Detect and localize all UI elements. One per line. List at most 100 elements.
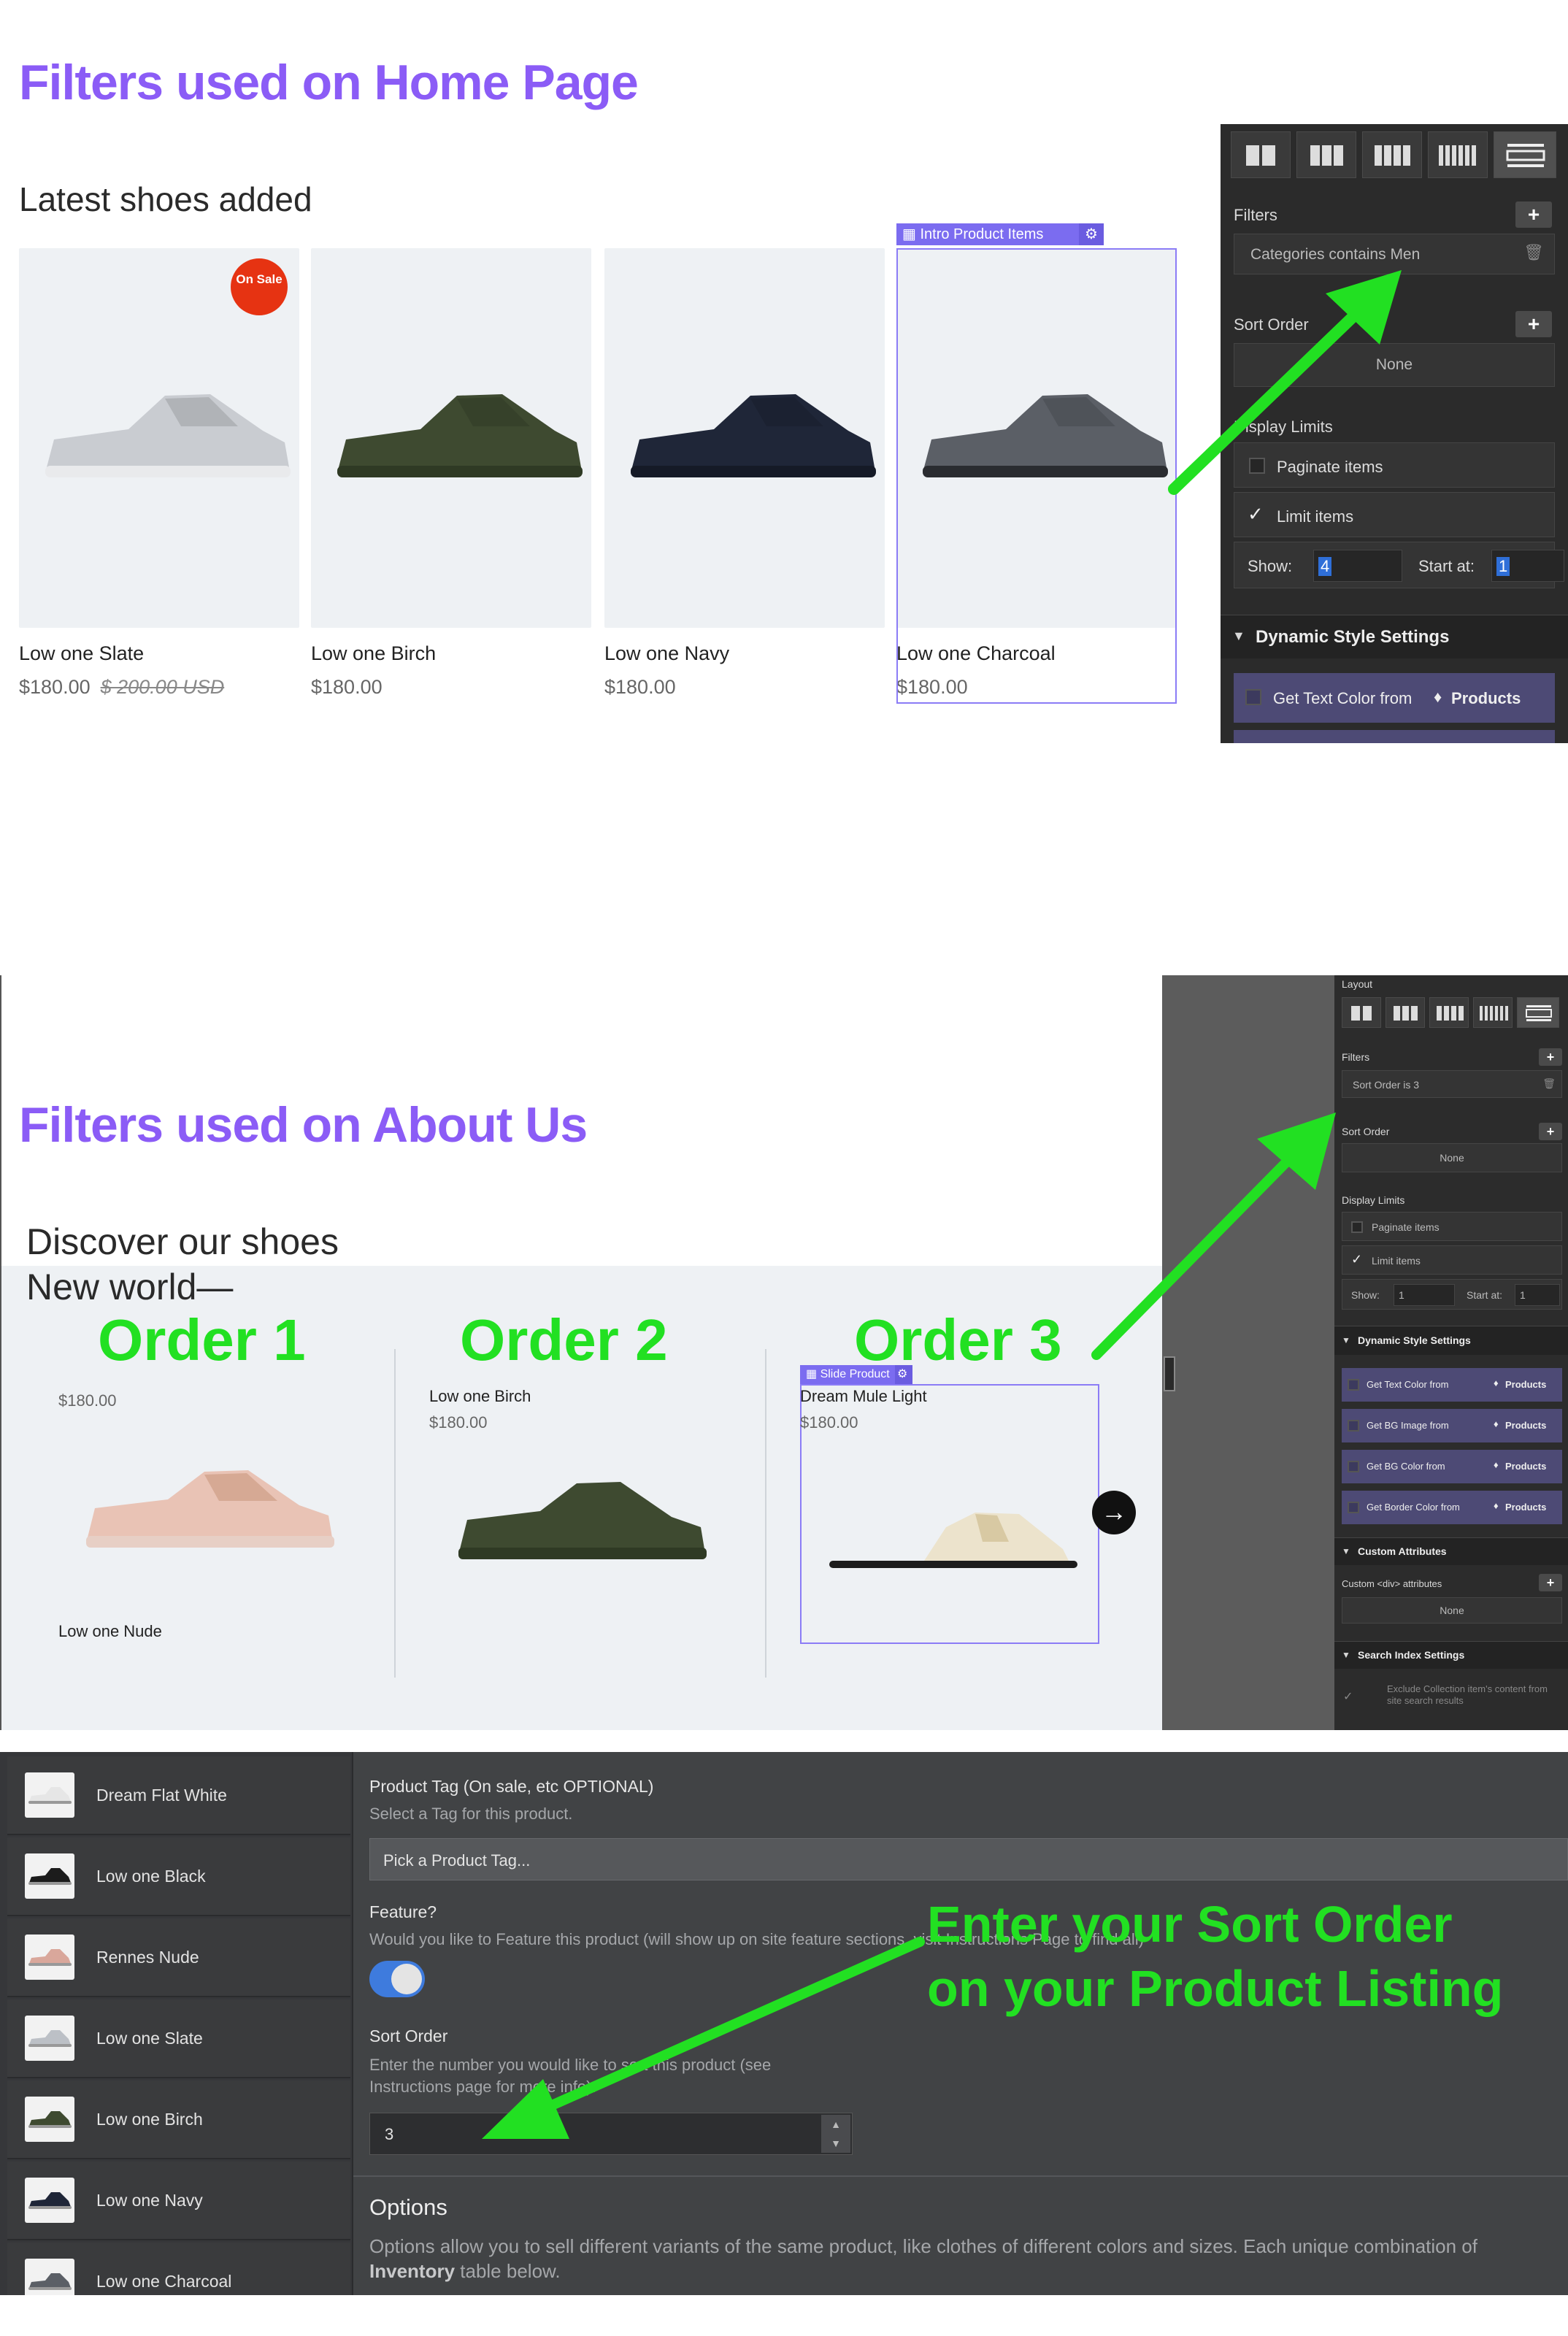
product-tag-select[interactable]: Pick a Product Tag... xyxy=(369,1838,1568,1880)
start-input[interactable]: 1 xyxy=(1515,1284,1560,1306)
dynamic-style-header[interactable]: ▼ Dynamic Style Settings xyxy=(1334,1326,1568,1355)
latest-shoes-heading: Latest shoes added xyxy=(19,180,312,218)
get-text-color-row[interactable]: Get Text Color from ♦ Products xyxy=(1234,673,1555,723)
intro-product-items-tag[interactable]: ▦ Intro Product Items xyxy=(896,223,1104,245)
layout-6-col-icon[interactable] xyxy=(1473,997,1513,1028)
panel-next-row xyxy=(1234,730,1555,743)
row-checkbox[interactable] xyxy=(1348,1379,1359,1391)
start-input[interactable]: 1 xyxy=(1491,550,1564,582)
add-sort-button[interactable]: + xyxy=(1515,311,1552,337)
add-filter-button[interactable]: + xyxy=(1515,201,1552,228)
product-name[interactable]: Low one Navy xyxy=(604,642,729,665)
tag-icon: ♦ xyxy=(1434,688,1442,706)
show-start-row: Show: 1 Start at: 1 xyxy=(1342,1279,1562,1310)
add-sort-button[interactable]: + xyxy=(1539,1123,1562,1140)
add-filter-button[interactable]: + xyxy=(1539,1048,1562,1066)
layout-4-col-icon[interactable] xyxy=(1429,997,1469,1028)
discover-heading-2: New world— xyxy=(26,1267,234,1307)
product-thumbnail xyxy=(25,2097,74,2142)
show-input[interactable]: 1 xyxy=(1394,1284,1455,1306)
product-name[interactable]: Low one Slate xyxy=(19,642,144,665)
slide-divider xyxy=(765,1349,766,1678)
products-tag: Products xyxy=(1505,1502,1547,1513)
dynamic-style-header[interactable]: ▼ Dynamic Style Settings xyxy=(1221,615,1568,658)
feature-toggle[interactable] xyxy=(369,1961,425,1997)
filter-item[interactable]: Sort Order is 3 🗑 xyxy=(1342,1070,1562,1098)
paginate-items-row[interactable]: Paginate items xyxy=(1342,1212,1562,1241)
layout-2-col-icon[interactable] xyxy=(1231,131,1291,178)
product-list-item[interactable]: Low one Navy xyxy=(7,2162,350,2240)
annotation-line-2: on your Product Listing xyxy=(927,1960,1504,2017)
product-image[interactable] xyxy=(311,248,591,628)
show-label: Show: xyxy=(1351,1289,1380,1301)
caret-down-icon: ▼ xyxy=(1232,629,1245,643)
check-icon[interactable]: ✓ xyxy=(1351,1252,1362,1267)
check-icon[interactable]: ✓ xyxy=(1343,1689,1353,1704)
settings-gear-icon[interactable]: ⚙ xyxy=(895,1365,912,1384)
show-input-value: 1 xyxy=(1399,1289,1404,1301)
paginate-checkbox[interactable] xyxy=(1351,1221,1363,1233)
product-tag-label: Product Tag (On sale, etc OPTIONAL) xyxy=(369,1777,654,1796)
row-checkbox[interactable] xyxy=(1348,1420,1359,1432)
show-input[interactable]: 4 xyxy=(1313,550,1402,582)
next-slide-arrow-icon[interactable]: → xyxy=(1092,1491,1136,1534)
product-list-item[interactable]: Dream Flat White xyxy=(7,1756,350,1835)
layout-4-col-icon[interactable] xyxy=(1362,131,1422,178)
sort-order-none: None xyxy=(1440,1152,1464,1164)
product-list-label: Rennes Nude xyxy=(96,1948,199,1967)
row-checkbox[interactable] xyxy=(1348,1502,1359,1513)
show-input-value: 4 xyxy=(1318,557,1332,576)
dynamic-style-row[interactable]: Get BG Image from ♦ Products xyxy=(1342,1409,1562,1442)
layout-slider-icon[interactable] xyxy=(1517,997,1559,1028)
dynamic-row-label: Get Border Color from xyxy=(1367,1502,1460,1513)
custom-attributes-header[interactable]: ▼ Custom Attributes xyxy=(1334,1537,1568,1565)
custom-div-label: Custom <div> attributes xyxy=(1342,1578,1442,1589)
exclude-search-label: Exclude Collection item's content from s… xyxy=(1387,1683,1548,1706)
limit-items-row[interactable]: ✓ Limit items xyxy=(1342,1245,1562,1275)
feature-label: Feature? xyxy=(369,1902,437,1921)
slide-2-price: $180.00 xyxy=(429,1413,488,1432)
product-price: $180.00 xyxy=(604,676,676,698)
shoe-image xyxy=(631,394,876,477)
shoe-mule-image xyxy=(829,1513,1077,1568)
settings-gear-icon[interactable]: ⚙ xyxy=(1079,223,1104,245)
paginate-label: Paginate items xyxy=(1372,1221,1440,1233)
dynamic-style-row[interactable]: Get Border Color from ♦ Products xyxy=(1342,1491,1562,1524)
product-image[interactable] xyxy=(604,248,885,628)
check-icon[interactable]: ✓ xyxy=(1248,503,1264,526)
product-list-item[interactable]: Low one Birch xyxy=(7,2080,350,2159)
dynamic-style-row[interactable]: Get Text Color from ♦ Products xyxy=(1342,1368,1562,1402)
trash-icon[interactable]: 🗑 xyxy=(1542,1077,1556,1090)
layout-2-col-icon[interactable] xyxy=(1342,997,1381,1028)
search-index-header[interactable]: ▼ Search Index Settings xyxy=(1334,1641,1568,1669)
dynamic-row-label: Get Text Color from xyxy=(1367,1379,1449,1390)
product-list-item[interactable]: Rennes Nude xyxy=(7,1918,350,1997)
options-help-1: Options allow you to sell different vari… xyxy=(369,2235,1477,2257)
custom-attr-value[interactable]: None xyxy=(1342,1597,1562,1624)
dynamic-row-label: Get BG Image from xyxy=(1367,1420,1449,1431)
layout-3-col-icon[interactable] xyxy=(1386,997,1425,1028)
old-price: $ 200.00 USD xyxy=(100,676,225,698)
product-name[interactable]: Low one Birch xyxy=(311,642,436,665)
start-label: Start at: xyxy=(1467,1289,1503,1301)
about-section: Filters used on About Us Discover our sh… xyxy=(0,975,1568,1730)
sort-order-value[interactable]: None xyxy=(1342,1143,1562,1172)
trash-icon[interactable]: 🗑 xyxy=(1523,243,1544,262)
product-list-label: Low one Navy xyxy=(96,2191,203,2210)
options-help-2: table below. xyxy=(460,2260,561,2282)
row-checkbox[interactable] xyxy=(1348,1461,1359,1472)
add-attribute-button[interactable]: + xyxy=(1539,1574,1562,1591)
layout-3-col-icon[interactable] xyxy=(1296,131,1356,178)
toggle-knob xyxy=(391,1964,422,1994)
product-list-item[interactable]: Low one Black xyxy=(7,1837,350,1916)
sort-order-field-label: Sort Order xyxy=(369,2026,448,2045)
product-list-label: Low one Black xyxy=(96,1867,206,1886)
text-color-label: Get Text Color from xyxy=(1273,689,1413,707)
text-color-checkbox[interactable] xyxy=(1245,689,1261,705)
layout-6-col-icon[interactable] xyxy=(1428,131,1488,178)
product-list-item[interactable]: Low one Slate xyxy=(7,1999,350,2078)
dynamic-style-row[interactable]: Get BG Color from ♦ Products xyxy=(1342,1450,1562,1483)
layout-slider-icon[interactable] xyxy=(1494,131,1556,178)
filter-item-label: Categories contains Men xyxy=(1250,246,1421,263)
slide-2-name: Low one Birch xyxy=(429,1387,531,1405)
